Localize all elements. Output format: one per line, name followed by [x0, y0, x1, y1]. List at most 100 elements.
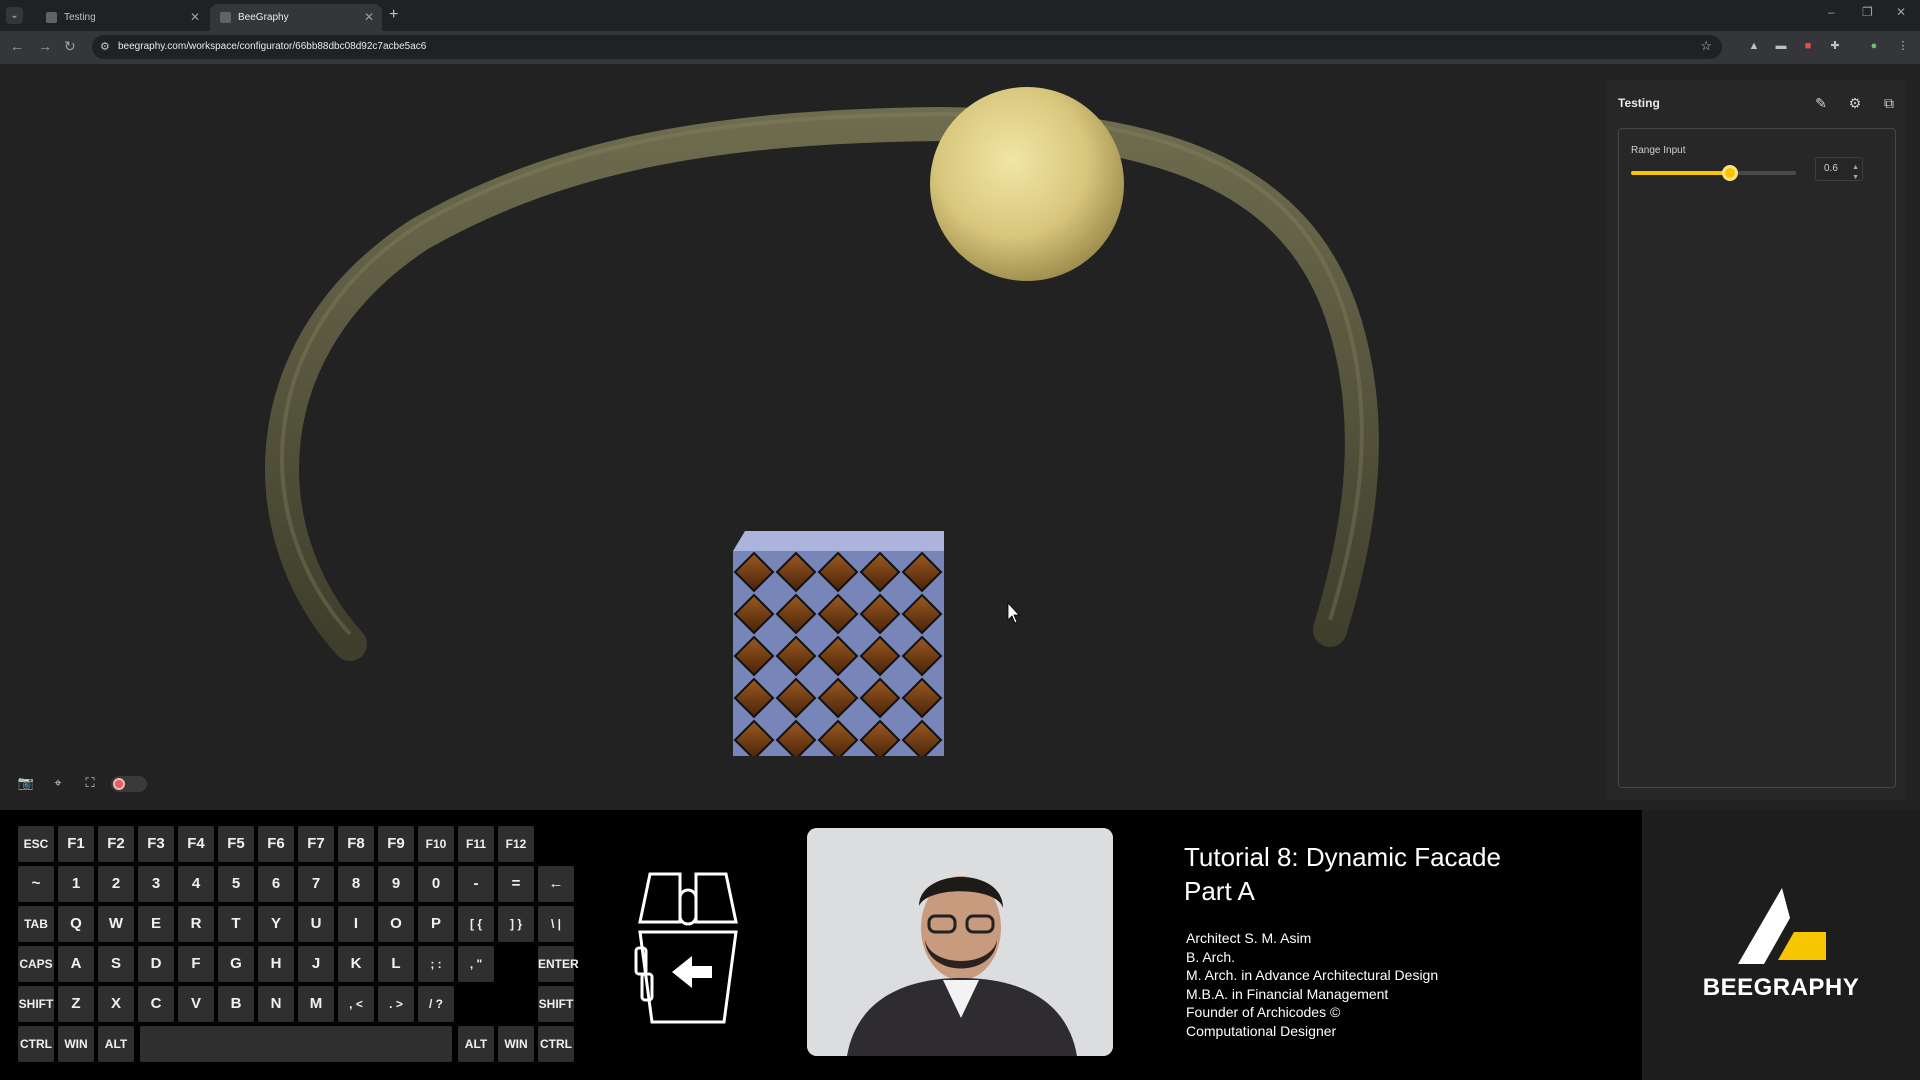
tutorial-title: Tutorial 8: Dynamic Facade Part A [1184, 840, 1501, 908]
fullscreen-icon[interactable]: ⛶ [81, 774, 99, 792]
credit-line: M. Arch. in Advance Architectural Design [1186, 967, 1439, 983]
configurator-panel: Testing ✎ ⚙ ⧉ Range Input 0.6 ▲ ▼ [1606, 80, 1906, 800]
key-: / ? [418, 986, 454, 1022]
extension-icon[interactable]: ▬ [1774, 39, 1788, 53]
key-f5: F5 [218, 826, 254, 862]
extension-icon[interactable]: ▲ [1747, 39, 1761, 53]
key-enter: ENTER [538, 946, 579, 982]
panel-title: Testing [1618, 96, 1660, 110]
key-f: F [178, 946, 214, 982]
key-q: Q [58, 906, 94, 942]
star-icon[interactable]: ☆ [1700, 38, 1712, 54]
key-f12: F12 [498, 826, 534, 862]
profile-avatar[interactable]: ● [1867, 39, 1881, 53]
key-: ← [538, 866, 574, 902]
tab-favicon [220, 12, 231, 23]
key-c: C [138, 986, 174, 1022]
key-shift: SHIFT [538, 986, 574, 1022]
key-8: 8 [338, 866, 374, 902]
key-r: R [178, 906, 214, 942]
tab-title: BeeGraphy [238, 12, 289, 23]
key-: = [498, 866, 534, 902]
key-p: P [418, 906, 454, 942]
tutorial-title-line2: Part A [1184, 876, 1255, 906]
range-slider[interactable] [1631, 165, 1796, 181]
site-info-icon[interactable]: ⚙ [100, 40, 110, 53]
key-: [ { [458, 906, 494, 942]
key-n: N [258, 986, 294, 1022]
facade-panel [733, 551, 944, 756]
key-: . > [378, 986, 414, 1022]
browser-toolbar: ← → ↻ ⚙ beegraphy.com/workspace/configur… [0, 31, 1920, 64]
recenter-icon[interactable]: ⌖ [49, 774, 67, 792]
mouse-cursor [1007, 601, 1020, 624]
back-icon[interactable]: ← [10, 38, 24, 54]
presenter-image [807, 828, 1113, 1056]
key-e: E [138, 906, 174, 942]
range-value-input[interactable]: 0.6 ▲ ▼ [1815, 157, 1863, 181]
key-f2: F2 [98, 826, 134, 862]
key-b: B [218, 986, 254, 1022]
credit-line: Computational Designer [1186, 1022, 1337, 1039]
key-a: A [58, 946, 94, 982]
key-ctrl: CTRL [538, 1026, 574, 1062]
extension-icon[interactable]: ■ [1801, 39, 1815, 53]
close-icon[interactable]: ✕ [190, 4, 200, 31]
mouse-icon [634, 872, 738, 1024]
tab-list-icon[interactable]: ⌄ [6, 7, 23, 24]
key-l: L [378, 946, 414, 982]
key-f11: F11 [458, 826, 494, 862]
render-toggle[interactable] [111, 776, 147, 792]
key-caps: CAPS [18, 946, 54, 982]
close-window-icon[interactable]: ✕ [1896, 5, 1906, 19]
credit-line: Architect S. M. Asim [1186, 930, 1312, 946]
credit-line: M.B.A. in Financial Management [1186, 985, 1389, 1002]
forward-icon[interactable]: → [38, 38, 52, 54]
camera-icon[interactable]: 📷 [17, 774, 35, 792]
restore-icon[interactable]: ❐ [1862, 5, 1873, 19]
key-f10: F10 [418, 826, 454, 862]
key-: - [458, 866, 494, 902]
key-1: 1 [58, 866, 94, 902]
beegraphy-logo-icon [1738, 888, 1826, 964]
pencil-icon[interactable]: ✎ [1812, 94, 1830, 112]
tab-testing[interactable]: Testing ✕ [36, 4, 208, 31]
key-w: W [98, 906, 134, 942]
key-g: G [218, 946, 254, 982]
key-3: 3 [138, 866, 174, 902]
gear-icon[interactable]: ⚙ [1846, 94, 1864, 112]
key-j: J [298, 946, 334, 982]
key-i: I [338, 906, 374, 942]
key-4: 4 [178, 866, 214, 902]
address-bar[interactable]: ⚙ beegraphy.com/workspace/configurator/6… [92, 35, 1722, 59]
key-m: M [298, 986, 334, 1022]
puzzle-icon[interactable]: ✚ [1828, 39, 1842, 53]
key-2: 2 [98, 866, 134, 902]
key-s: S [98, 946, 134, 982]
key-f7: F7 [298, 826, 334, 862]
key-: , " [458, 946, 494, 982]
key-alt: ALT [458, 1026, 494, 1062]
tab-beegraphy[interactable]: BeeGraphy ✕ [210, 4, 382, 31]
key-win: WIN [498, 1026, 534, 1062]
browser-tab-bar: ⌄ Testing ✕ BeeGraphy ✕ + – ❐ ✕ [0, 0, 1920, 31]
presenter-credits: Architect S. M. Asim B. Arch. M. Arch. i… [1186, 929, 1438, 1040]
tutorial-overlay: ESC F1 F2 F3 F4 F5 F6 F7 F8 F9 F10 F11 F12 ~1 2 3 4 5 6 7 8 9… [0, 810, 1920, 1080]
plus-icon[interactable]: + [389, 6, 398, 24]
presenter-webcam [807, 828, 1113, 1056]
key-f1: F1 [58, 826, 94, 862]
key-space [140, 1026, 452, 1062]
inputs-container: Range Input 0.6 ▲ ▼ [1618, 128, 1896, 788]
slider-thumb[interactable] [1722, 165, 1738, 181]
url-text[interactable]: beegraphy.com/workspace/configurator/66b… [118, 35, 426, 59]
key-9: 9 [378, 866, 414, 902]
reload-icon[interactable]: ↻ [64, 38, 76, 55]
export-icon[interactable]: ⧉ [1880, 94, 1898, 112]
key-: ; : [418, 946, 454, 982]
key-d: D [138, 946, 174, 982]
close-icon[interactable]: ✕ [364, 4, 374, 31]
key-v: V [178, 986, 214, 1022]
menu-icon[interactable]: ⋮ [1896, 39, 1910, 53]
spin-down-icon[interactable]: ▼ [1852, 167, 1859, 189]
minimize-icon[interactable]: – [1828, 5, 1835, 19]
